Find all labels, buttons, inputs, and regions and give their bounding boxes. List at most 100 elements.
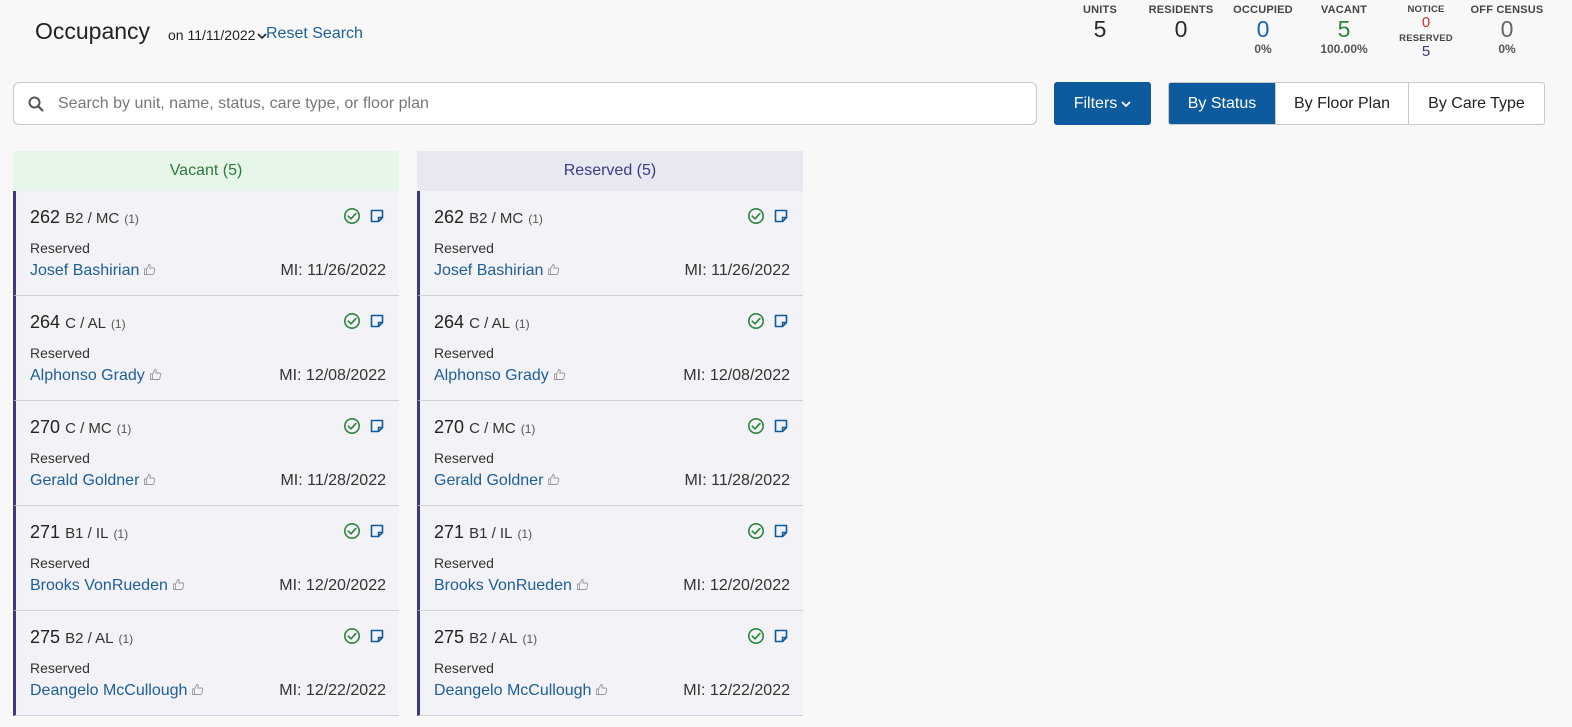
unit-card[interactable]: 271 B1 / IL (1) Reserved Brooks VonRuede… <box>417 506 803 611</box>
move-in-date: MI: 11/26/2022 <box>684 262 790 279</box>
reserved-column-header: Reserved (5) <box>417 151 803 191</box>
check-circle-icon[interactable] <box>343 312 361 330</box>
view-by-floor-plan-button[interactable]: By Floor Plan <box>1275 83 1408 124</box>
unit-capacity: (1) <box>124 212 139 226</box>
filters-label: Filters <box>1073 94 1118 112</box>
reset-search-link[interactable]: Reset Search <box>266 25 363 43</box>
stat-off-census-label: OFF CENSUS <box>1470 4 1544 16</box>
thumbs-up-icon <box>553 368 566 381</box>
unit-card[interactable]: 270 C / MC (1) Reserved Gerald Goldner M… <box>13 401 399 506</box>
unit-heading: 275 B2 / AL (1) <box>30 627 133 648</box>
unit-capacity: (1) <box>517 527 533 541</box>
floor-plan-care-type: B2 / AL <box>65 630 114 647</box>
unit-capacity: (1) <box>118 632 134 646</box>
vacant-column-header: Vacant (5) <box>13 151 399 191</box>
resident-name: Deangelo McCullough <box>434 682 592 699</box>
move-in-date: MI: 12/08/2022 <box>683 367 790 384</box>
resident-name-link[interactable]: Josef Bashirian <box>30 262 156 280</box>
stat-residents: RESIDENTS 0 <box>1136 4 1226 42</box>
note-icon[interactable] <box>369 418 385 434</box>
unit-status: Reserved <box>434 345 494 361</box>
move-in-date: MI: 11/28/2022 <box>280 472 386 489</box>
stat-off-census: OFF CENSUS 0 0% <box>1462 4 1552 56</box>
filters-button[interactable]: Filters <box>1054 82 1151 125</box>
unit-card[interactable]: 264 C / AL (1) Reserved Alphonso Grady M… <box>13 296 399 401</box>
view-by-status-button[interactable]: By Status <box>1169 83 1275 124</box>
move-in-date: MI: 12/20/2022 <box>683 577 790 594</box>
check-circle-icon[interactable] <box>747 522 765 540</box>
thumbs-up-icon <box>547 263 560 276</box>
note-icon[interactable] <box>773 523 789 539</box>
note-icon[interactable] <box>369 313 385 329</box>
unit-number: 271 <box>30 522 61 542</box>
search-box <box>13 82 1037 125</box>
resident-name: Alphonso Grady <box>434 367 549 384</box>
stat-vacant-value: 5 <box>1337 16 1351 42</box>
resident-name-link[interactable]: Gerald Goldner <box>30 472 156 490</box>
check-circle-icon[interactable] <box>343 417 361 435</box>
floor-plan-care-type: C / MC <box>65 420 112 437</box>
check-circle-icon[interactable] <box>343 207 361 225</box>
stat-off-census-value: 0 <box>1500 16 1514 42</box>
stat-notice-value: 0 <box>1421 14 1431 31</box>
unit-capacity: (1) <box>522 632 538 646</box>
floor-plan-care-type: B2 / AL <box>469 630 518 647</box>
date-picker[interactable]: on 11/11/2022 <box>168 27 268 43</box>
resident-name-link[interactable]: Josef Bashirian <box>434 262 560 280</box>
unit-number: 271 <box>434 522 465 542</box>
check-circle-icon[interactable] <box>747 312 765 330</box>
stat-vacant-pct: 100.00% <box>1320 42 1368 56</box>
unit-heading: 271 B1 / IL (1) <box>434 522 532 543</box>
check-circle-icon[interactable] <box>343 522 361 540</box>
unit-heading: 264 C / AL (1) <box>30 312 126 333</box>
resident-name-link[interactable]: Deangelo McCullough <box>434 682 608 700</box>
note-icon[interactable] <box>369 628 385 644</box>
check-circle-icon[interactable] <box>343 627 361 645</box>
note-icon[interactable] <box>369 523 385 539</box>
check-circle-icon[interactable] <box>747 627 765 645</box>
unit-heading: 264 C / AL (1) <box>434 312 530 333</box>
thumbs-up-icon <box>576 578 589 591</box>
unit-card[interactable]: 275 B2 / AL (1) Reserved Deangelo McCull… <box>13 611 399 716</box>
floor-plan-care-type: B1 / IL <box>469 525 513 542</box>
unit-status: Reserved <box>434 240 494 256</box>
resident-name-link[interactable]: Alphonso Grady <box>30 367 162 385</box>
unit-status: Reserved <box>30 660 90 676</box>
unit-card[interactable]: 262 B2 / MC (1) Reserved Josef Bashirian… <box>13 191 399 296</box>
resident-name-link[interactable]: Brooks VonRueden <box>30 577 185 595</box>
resident-name-link[interactable]: Deangelo McCullough <box>30 682 204 700</box>
unit-number: 270 <box>434 417 465 437</box>
resident-name: Deangelo McCullough <box>30 682 188 699</box>
resident-name-link[interactable]: Gerald Goldner <box>434 472 560 490</box>
note-icon[interactable] <box>773 313 789 329</box>
stat-occupied: OCCUPIED 0 0% <box>1218 4 1308 56</box>
move-in-date: MI: 12/22/2022 <box>683 682 790 699</box>
note-icon[interactable] <box>773 418 789 434</box>
unit-number: 262 <box>434 207 465 227</box>
unit-card[interactable]: 271 B1 / IL (1) Reserved Brooks VonRuede… <box>13 506 399 611</box>
view-toggle: By Status By Floor Plan By Care Type <box>1168 82 1545 125</box>
stat-notice-reserved: NOTICE 0 RESERVED 5 <box>1381 4 1471 60</box>
unit-card[interactable]: 270 C / MC (1) Reserved Gerald Goldner M… <box>417 401 803 506</box>
thumbs-up-icon <box>595 683 608 696</box>
resident-name: Alphonso Grady <box>30 367 145 384</box>
note-icon[interactable] <box>773 208 789 224</box>
resident-name-link[interactable]: Alphonso Grady <box>434 367 566 385</box>
check-circle-icon[interactable] <box>747 207 765 225</box>
unit-card[interactable]: 275 B2 / AL (1) Reserved Deangelo McCull… <box>417 611 803 716</box>
stat-residents-value: 0 <box>1174 16 1188 42</box>
resident-name: Brooks VonRueden <box>30 577 168 594</box>
floor-plan-care-type: B2 / MC <box>469 210 524 227</box>
note-icon[interactable] <box>773 628 789 644</box>
unit-card[interactable]: 262 B2 / MC (1) Reserved Josef Bashirian… <box>417 191 803 296</box>
resident-name-link[interactable]: Brooks VonRueden <box>434 577 589 595</box>
unit-capacity: (1) <box>514 317 530 331</box>
note-icon[interactable] <box>369 208 385 224</box>
unit-capacity: (1) <box>528 212 543 226</box>
move-in-date: MI: 11/28/2022 <box>684 472 790 489</box>
unit-card[interactable]: 264 C / AL (1) Reserved Alphonso Grady M… <box>417 296 803 401</box>
check-circle-icon[interactable] <box>747 417 765 435</box>
view-by-care-type-button[interactable]: By Care Type <box>1408 83 1544 124</box>
search-input[interactable] <box>58 92 1018 116</box>
resident-name: Josef Bashirian <box>30 262 140 279</box>
